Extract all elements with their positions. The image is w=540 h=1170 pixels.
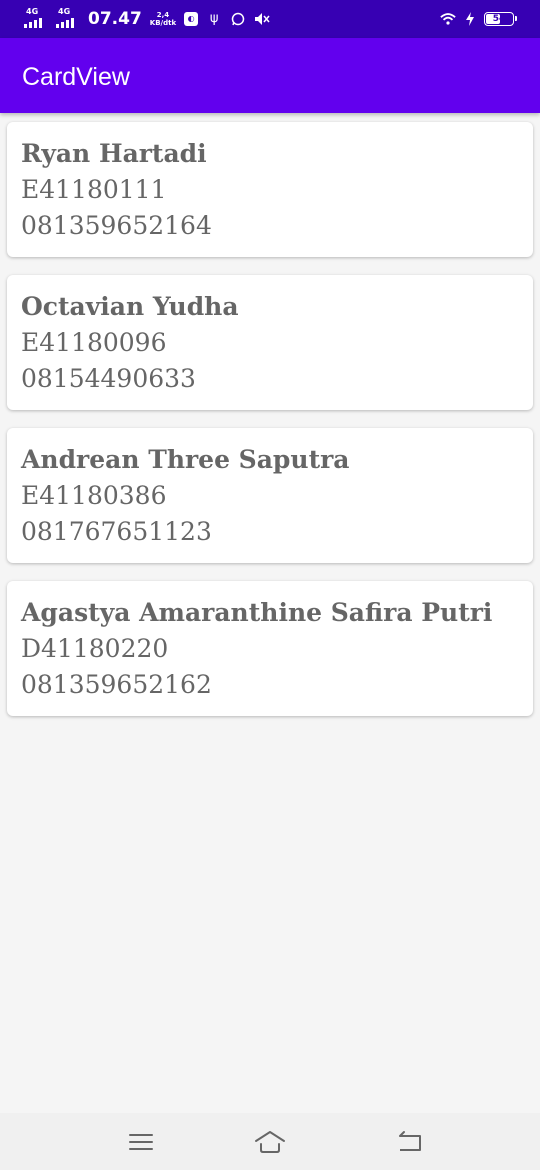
card-name: Andrean Three Saputra: [21, 445, 350, 474]
network-speed-value: 2,4: [156, 11, 170, 19]
card-phone: 081359652164: [21, 211, 212, 240]
card-item[interactable]: Agastya Amaranthine Safira Putri D411802…: [7, 581, 533, 716]
card-item[interactable]: Ryan Hartadi E41180111 081359652164: [7, 122, 533, 257]
mute-icon: [254, 11, 270, 27]
card-phone: 08154490633: [21, 364, 196, 393]
card-name: Octavian Yudha: [21, 292, 239, 321]
card-item[interactable]: Octavian Yudha E41180096 08154490633: [7, 275, 533, 410]
menu-button[interactable]: [124, 1125, 158, 1159]
status-time: 07.47: [88, 9, 142, 29]
status-bar: 4G 4G 07.47 2,4 KB/dtk ◐ ψ 54: [0, 0, 540, 38]
signal-2-icon: 4G: [56, 7, 80, 31]
card-id: E41180111: [21, 175, 167, 204]
card-phone: 081359652162: [21, 670, 212, 699]
data-saver-icon: ◐: [184, 12, 199, 26]
network-speed: 2,4 KB/dtk: [150, 11, 176, 27]
card-id: E41180096: [21, 328, 167, 357]
network-type-1: 4G: [26, 7, 39, 16]
back-button[interactable]: [393, 1125, 427, 1159]
status-bar-left: 4G 4G 07.47 2,4 KB/dtk ◐ ψ: [24, 0, 270, 38]
card-name: Agastya Amaranthine Safira Putri: [21, 598, 493, 627]
navigation-bar: [0, 1113, 540, 1170]
app-bar: CardView: [0, 38, 540, 113]
card-id: D41180220: [21, 634, 169, 663]
card-list: Ryan Hartadi E41180111 081359652164 Octa…: [7, 122, 533, 734]
home-button[interactable]: [253, 1125, 287, 1159]
usb-icon: ψ: [209, 11, 219, 26]
page-title: CardView: [22, 63, 130, 91]
status-bar-right: 54: [440, 0, 517, 38]
battery-icon: 54: [484, 12, 517, 26]
network-speed-unit: KB/dtk: [149, 19, 177, 27]
back-icon: [399, 1131, 421, 1151]
card-name: Ryan Hartadi: [21, 139, 207, 168]
wifi-icon: [440, 11, 456, 27]
menu-icon: [129, 1134, 153, 1150]
battery-level: 54: [492, 14, 506, 24]
card-phone: 081767651123: [21, 517, 212, 546]
network-type-2: 4G: [58, 7, 71, 16]
card-id: E41180386: [21, 481, 167, 510]
charging-icon: [462, 11, 478, 27]
whatsapp-icon: [230, 11, 246, 27]
card-item[interactable]: Andrean Three Saputra E41180386 08176765…: [7, 428, 533, 563]
signal-1-icon: 4G: [24, 7, 48, 31]
home-icon: [255, 1131, 285, 1153]
